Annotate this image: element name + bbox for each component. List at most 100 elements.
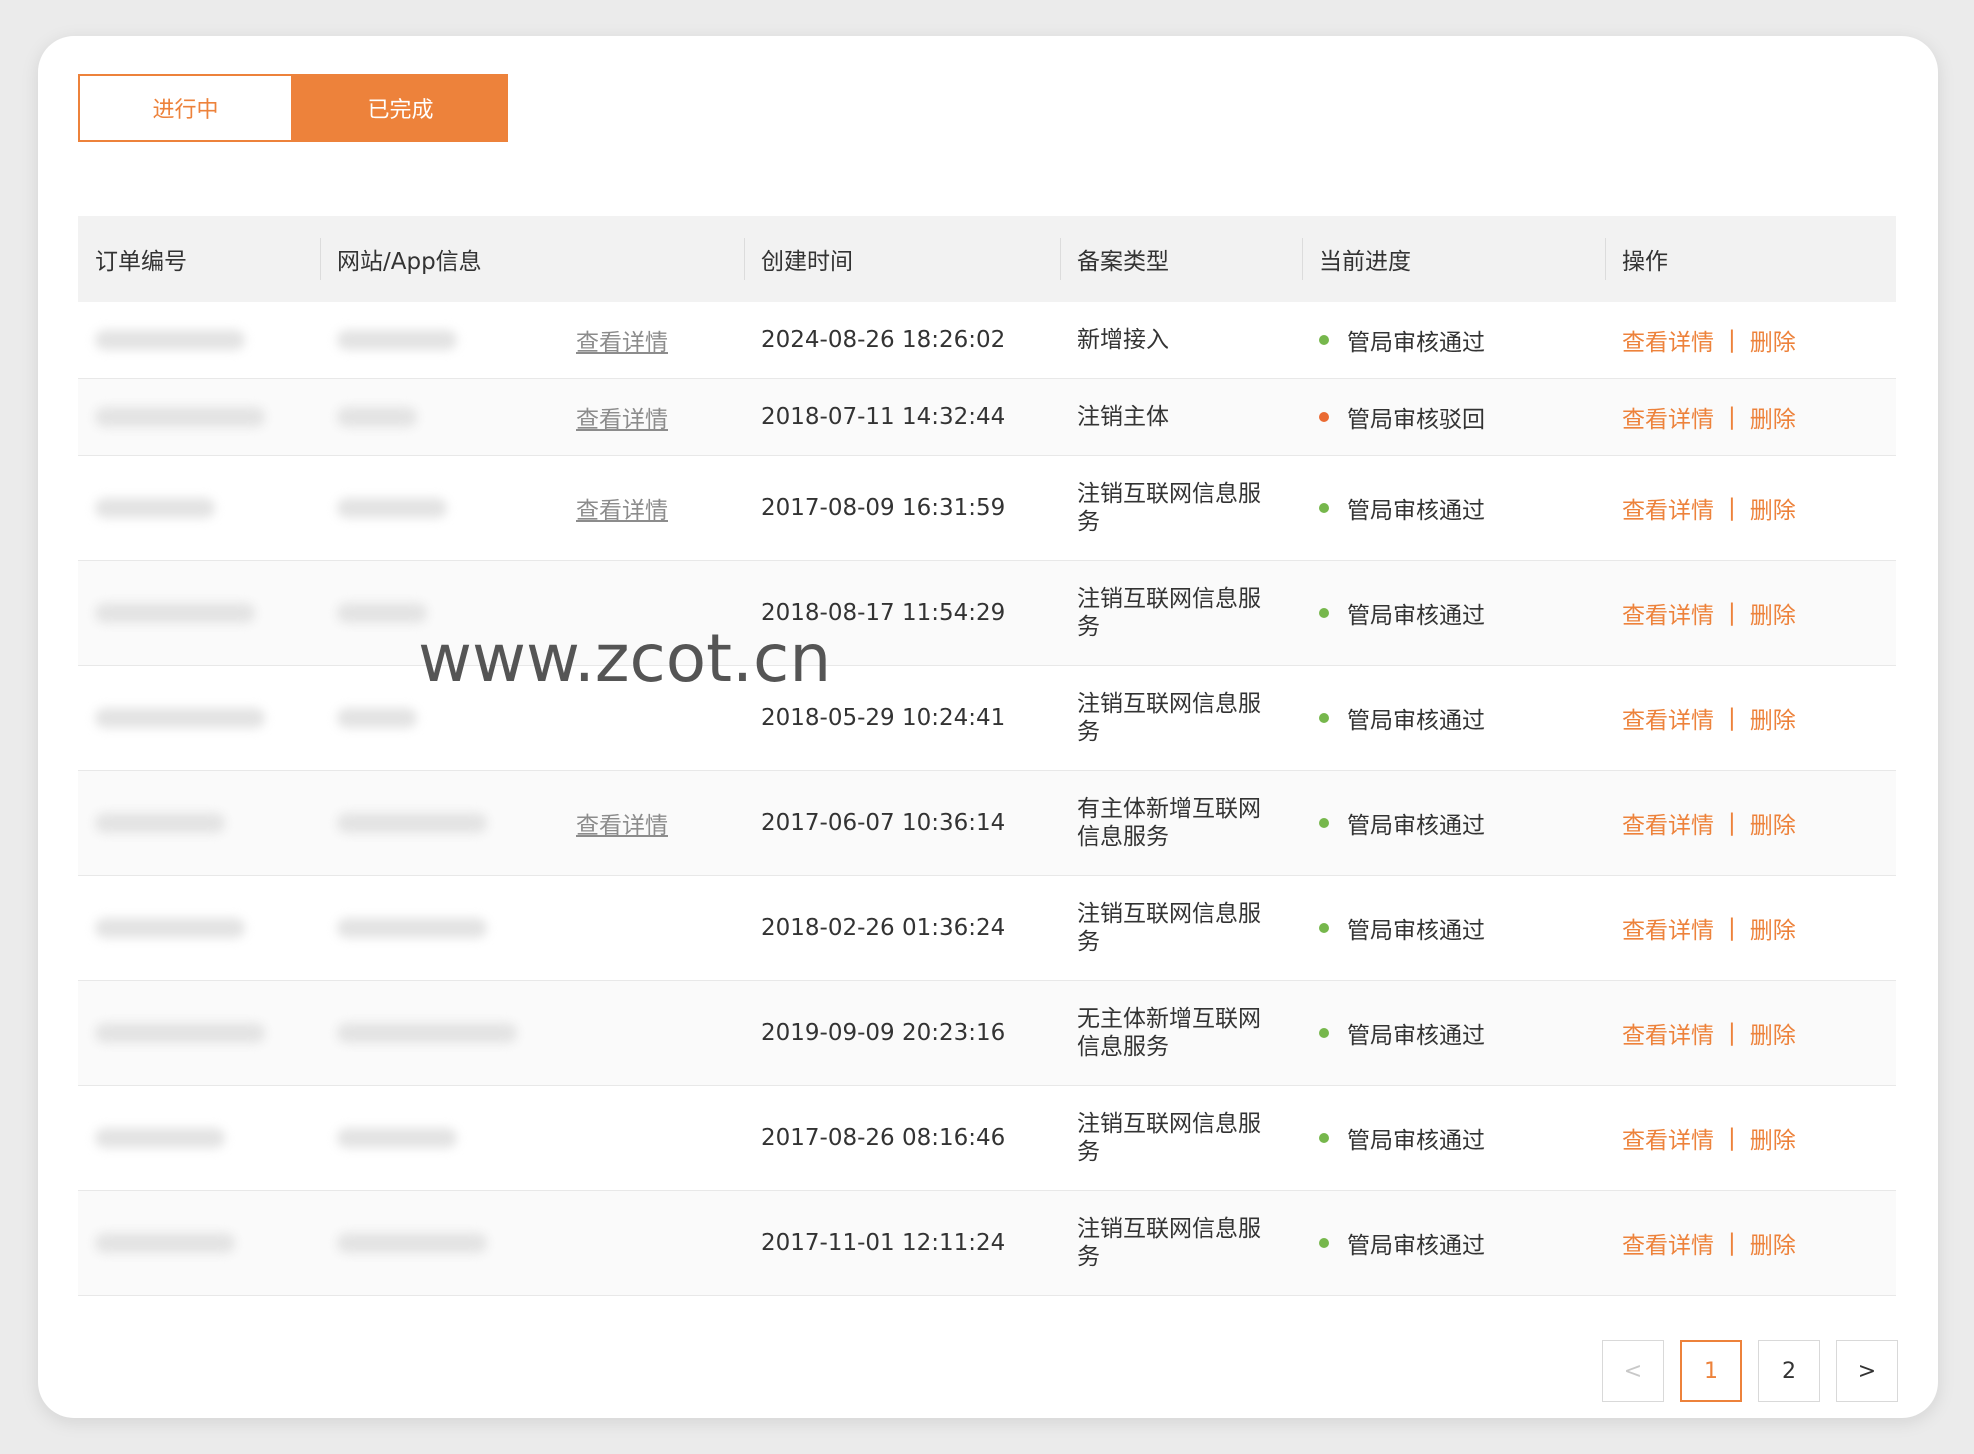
delete-button[interactable]: 删除	[1750, 323, 1796, 357]
site-info-cell	[320, 1233, 744, 1253]
view-detail-button[interactable]: 查看详情	[1622, 806, 1714, 840]
tab-in-progress[interactable]: 进行中	[78, 74, 293, 142]
created-cell: 2017-11-01 12:11:24	[761, 1230, 1006, 1256]
delete-button[interactable]: 删除	[1750, 1121, 1796, 1155]
created-cell: 2018-02-26 01:36:24	[761, 915, 1006, 941]
actions-cell: 查看详情 | 删除	[1605, 491, 1896, 525]
delete-button[interactable]: 删除	[1750, 701, 1796, 735]
action-separator: |	[1728, 404, 1736, 430]
order-id-cell	[78, 603, 320, 623]
record-type: 注销主体	[1077, 404, 1169, 430]
progress-cell: 管局审核通过	[1302, 806, 1605, 840]
col-site-info-label: 网站/App信息	[337, 249, 482, 275]
delete-button[interactable]: 删除	[1750, 400, 1796, 434]
table-row: 查看详情 2024-08-26 18:26:02 新增接入 管局审核通过 查看详情 | 删除	[78, 302, 1896, 379]
prev-page-button[interactable]: <	[1602, 1340, 1664, 1402]
view-detail-button[interactable]: 查看详情	[1622, 911, 1714, 945]
order-id-cell	[78, 407, 320, 427]
view-detail-button[interactable]: 查看详情	[1622, 323, 1714, 357]
action-separator: |	[1728, 1125, 1736, 1151]
table-row: 2018-08-17 11:54:29 注销互联网信息服务 管局审核通过 查看详情 | 删…	[78, 561, 1896, 666]
redacted-order-id	[95, 1233, 235, 1253]
view-detail-button[interactable]: 查看详情	[1622, 701, 1714, 735]
delete-button[interactable]: 删除	[1750, 1016, 1796, 1050]
progress-cell: 管局审核通过	[1302, 596, 1605, 630]
tab-completed[interactable]: 已完成	[293, 74, 508, 142]
table-row: 2018-02-26 01:36:24 注销互联网信息服务 管局审核通过 查看详情 | 删…	[78, 876, 1896, 981]
site-info-cell: 查看详情	[320, 407, 744, 433]
page-2-button[interactable]: 2	[1758, 1340, 1820, 1402]
type-cell: 注销主体	[1060, 403, 1302, 431]
site-info-cell: 查看详情	[320, 498, 744, 524]
status-dot-icon	[1319, 1028, 1329, 1038]
created-cell: 2024-08-26 18:26:02	[761, 327, 1006, 353]
col-created: 创建时间	[744, 216, 1060, 302]
status-dot-icon	[1319, 923, 1329, 933]
order-id-cell	[78, 1233, 320, 1253]
actions-cell: 查看详情 | 删除	[1605, 1016, 1896, 1050]
redacted-site-info	[337, 1023, 517, 1043]
order-id-cell	[78, 330, 320, 350]
table-row: 查看详情 2017-08-09 16:31:59 注销互联网信息服务 管局审核通过 查看…	[78, 456, 1896, 561]
redacted-site-info	[337, 330, 457, 350]
progress-cell: 管局审核通过	[1302, 491, 1605, 525]
site-detail-link[interactable]: 查看详情	[576, 400, 668, 434]
view-detail-button[interactable]: 查看详情	[1622, 596, 1714, 630]
table-row: 2017-08-26 08:16:46 注销互联网信息服务 管局审核通过 查看详情 | 删…	[78, 1086, 1896, 1191]
action-separator: |	[1728, 495, 1736, 521]
view-detail-button[interactable]: 查看详情	[1622, 491, 1714, 525]
table-header: 订单编号 网站/App信息 创建时间 备案类型 当前进度 操作	[78, 216, 1896, 302]
status-dot-icon	[1319, 1238, 1329, 1248]
redacted-order-id	[95, 1023, 265, 1043]
redacted-site-info	[337, 498, 447, 518]
view-detail-button[interactable]: 查看详情	[1622, 1226, 1714, 1260]
status-text: 管局审核通过	[1347, 603, 1485, 629]
action-separator: |	[1728, 810, 1736, 836]
page-1-button[interactable]: 1	[1680, 1340, 1742, 1402]
actions-cell: 查看详情 | 删除	[1605, 701, 1896, 735]
status-dot-icon	[1319, 1133, 1329, 1143]
delete-button[interactable]: 删除	[1750, 1226, 1796, 1260]
col-created-label: 创建时间	[761, 249, 853, 275]
delete-button[interactable]: 删除	[1750, 911, 1796, 945]
action-separator: |	[1728, 1230, 1736, 1256]
redacted-site-info	[337, 813, 487, 833]
site-detail-link[interactable]: 查看详情	[576, 323, 668, 357]
actions-cell: 查看详情 | 删除	[1605, 911, 1896, 945]
next-page-button[interactable]: >	[1836, 1340, 1898, 1402]
actions-cell: 查看详情 | 删除	[1605, 1226, 1896, 1260]
progress-cell: 管局审核通过	[1302, 1226, 1605, 1260]
status-dot-icon	[1319, 503, 1329, 513]
status-text: 管局审核通过	[1347, 1233, 1485, 1259]
view-detail-button[interactable]: 查看详情	[1622, 400, 1714, 434]
progress-cell: 管局审核通过	[1302, 323, 1605, 357]
actions-cell: 查看详情 | 删除	[1605, 323, 1896, 357]
pagination: < 1 2 >	[1602, 1340, 1898, 1402]
status-dot-icon	[1319, 412, 1329, 422]
actions-cell: 查看详情 | 删除	[1605, 1121, 1896, 1155]
delete-button[interactable]: 删除	[1750, 491, 1796, 525]
action-separator: |	[1728, 600, 1736, 626]
view-detail-button[interactable]: 查看详情	[1622, 1121, 1714, 1155]
created-cell: 2017-08-26 08:16:46	[761, 1125, 1006, 1151]
action-separator: |	[1728, 915, 1736, 941]
redacted-order-id	[95, 498, 215, 518]
delete-button[interactable]: 删除	[1750, 596, 1796, 630]
redacted-site-info	[337, 1128, 457, 1148]
view-detail-button[interactable]: 查看详情	[1622, 1016, 1714, 1050]
delete-button[interactable]: 删除	[1750, 806, 1796, 840]
watermark: www.zcot.cn	[418, 620, 832, 697]
site-detail-link[interactable]: 查看详情	[576, 491, 668, 525]
site-detail-link[interactable]: 查看详情	[576, 806, 668, 840]
actions-cell: 查看详情 | 删除	[1605, 596, 1896, 630]
status-text: 管局审核通过	[1347, 918, 1485, 944]
record-type: 无主体新增互联网信息服务	[1077, 1006, 1261, 1060]
status-text: 管局审核通过	[1347, 708, 1485, 734]
table-row: 2017-11-01 12:11:24 注销互联网信息服务 管局审核通过 查看详情 | 删…	[78, 1191, 1896, 1296]
order-id-cell	[78, 1023, 320, 1043]
order-id-cell	[78, 813, 320, 833]
redacted-order-id	[95, 603, 255, 623]
status-dot-icon	[1319, 713, 1329, 723]
main-card: 进行中 已完成 订单编号 网站/App信息 创建时间 备案类型 当前进度 操作 …	[38, 36, 1938, 1418]
status-text: 管局审核通过	[1347, 813, 1485, 839]
